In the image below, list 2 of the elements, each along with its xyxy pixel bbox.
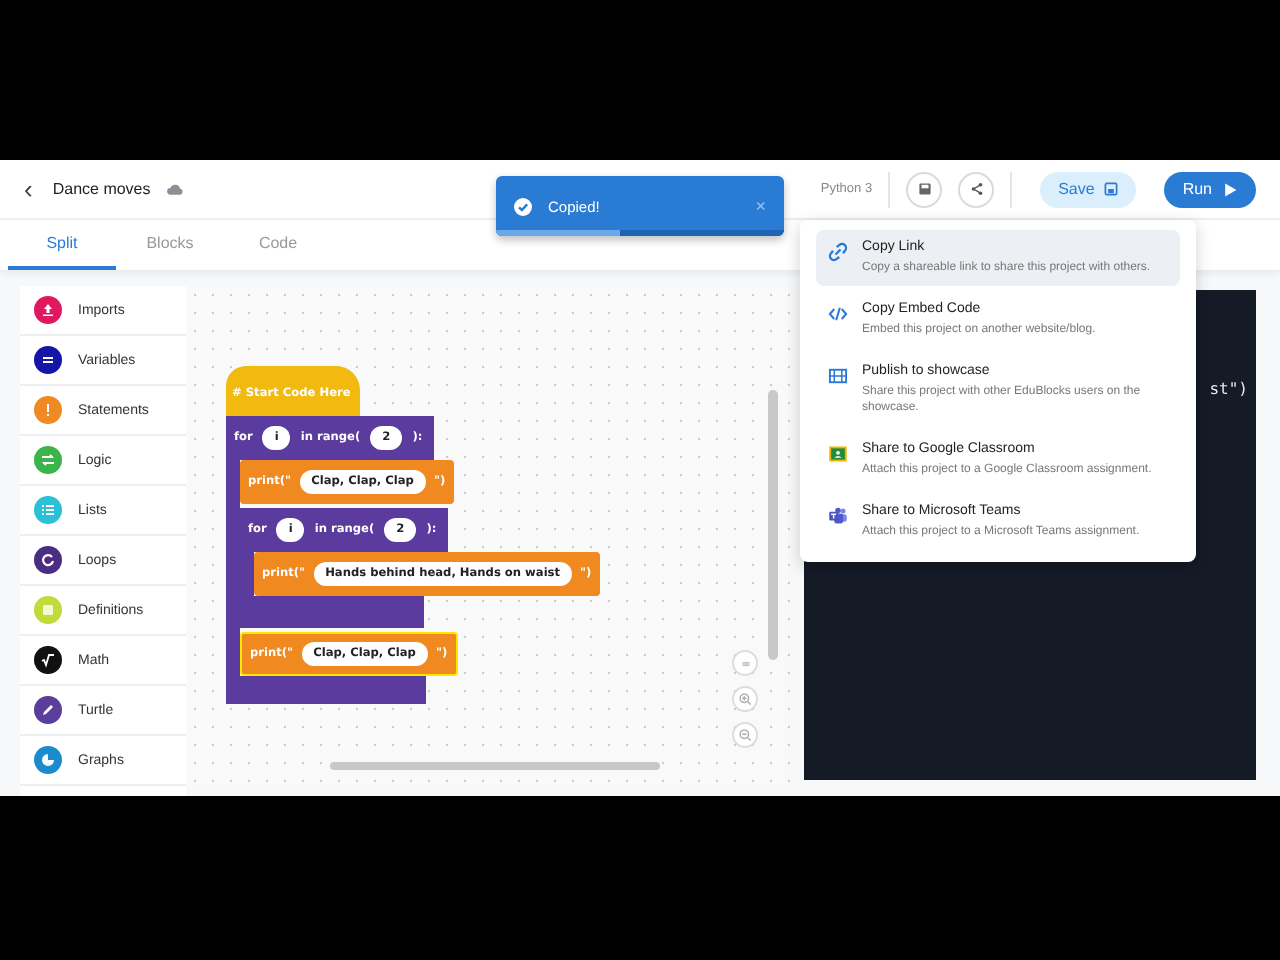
project-title: Dance moves [52, 180, 151, 198]
code-text: st") [1209, 380, 1248, 398]
